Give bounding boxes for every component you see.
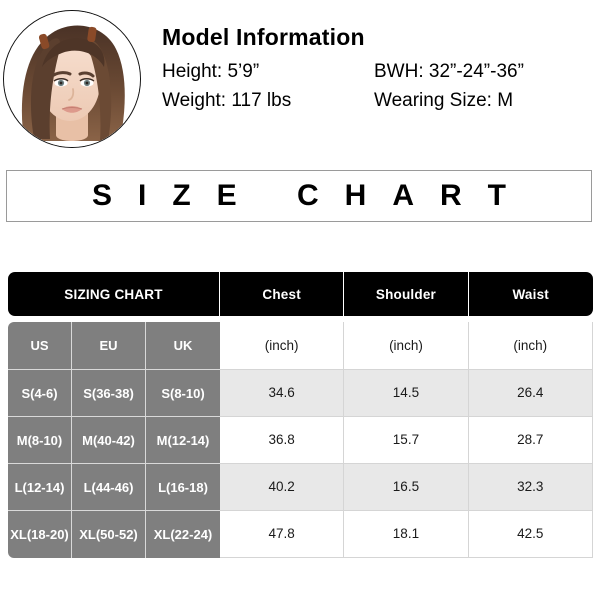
model-attributes-grid: Height: 5’9” BWH: 32”-24”-36” Weight: 11… (160, 61, 596, 113)
table-cell-shoulder: 18.1 (344, 511, 469, 558)
table-cell-eu: M(40-42) (72, 417, 146, 464)
table-cell-us: L(12-14) (8, 464, 72, 511)
table-cell-chest: 47.8 (220, 511, 345, 558)
table-subheader-row: US EU UK (inch) (inch) (inch) (8, 322, 593, 370)
table-cell-uk: L(16-18) (146, 464, 220, 511)
table-unit-shoulder: (inch) (344, 322, 469, 370)
table-subheader-us: US (8, 322, 72, 370)
model-bwh: BWH: 32”-24”-36” (374, 61, 524, 82)
model-weight: Weight: 117 lbs (162, 90, 292, 112)
table-cell-chest: 34.6 (220, 370, 345, 417)
table-header-sizing-chart: SIZING CHART (8, 272, 220, 316)
table-unit-chest: (inch) (220, 322, 345, 370)
table-cell-uk: XL(22-24) (146, 511, 220, 558)
model-height: Height: 5’9” (162, 61, 260, 82)
table-cell-shoulder: 16.5 (344, 464, 469, 511)
table-row: M(8-10) M(40-42) M(12-14) 36.8 15.7 28.7 (8, 417, 593, 464)
table-cell-eu: L(44-46) (72, 464, 146, 511)
table-cell-uk: S(8-10) (146, 370, 220, 417)
table-cell-shoulder: 15.7 (344, 417, 469, 464)
table-subheader-eu: EU (72, 322, 146, 370)
model-portrait-svg (4, 11, 140, 147)
table-row: L(12-14) L(44-46) L(16-18) 40.2 16.5 32.… (8, 464, 593, 511)
table-cell-eu: S(36-38) (72, 370, 146, 417)
table-header-waist: Waist (468, 272, 593, 316)
table-header-row: SIZING CHART Chest Shoulder Waist (8, 272, 593, 316)
size-chart-banner: SIZE CHART (6, 170, 592, 222)
table-cell-chest: 40.2 (220, 464, 345, 511)
model-wearing-size: Wearing Size: M (374, 90, 514, 112)
page-title: Model Information (162, 24, 365, 50)
table-cell-waist: 42.5 (468, 511, 593, 558)
sizing-table: SIZING CHART Chest Shoulder Waist US EU … (8, 272, 593, 558)
table-cell-waist: 26.4 (468, 370, 593, 417)
table-cell-eu: XL(50-52) (72, 511, 146, 558)
table-cell-us: S(4-6) (8, 370, 72, 417)
table-cell-us: XL(18-20) (8, 511, 72, 558)
size-chart-banner-text: SIZE CHART (92, 179, 532, 212)
model-info-text-block: Model Information Height: 5’9” BWH: 32”-… (160, 26, 596, 113)
model-portrait-image (4, 11, 140, 147)
avatar (3, 10, 141, 148)
table-cell-uk: M(12-14) (146, 417, 220, 464)
table-header-shoulder: Shoulder (344, 272, 469, 316)
table-row: S(4-6) S(36-38) S(8-10) 34.6 14.5 26.4 (8, 370, 593, 417)
table-cell-chest: 36.8 (220, 417, 345, 464)
table-row: XL(18-20) XL(50-52) XL(22-24) 47.8 18.1 … (8, 511, 593, 558)
table-unit-waist: (inch) (468, 322, 593, 370)
table-cell-waist: 28.7 (468, 417, 593, 464)
table-cell-shoulder: 14.5 (344, 370, 469, 417)
table-cell-waist: 32.3 (468, 464, 593, 511)
table-cell-us: M(8-10) (8, 417, 72, 464)
table-header-chest: Chest (220, 272, 345, 316)
model-information-section: Model Information Height: 5’9” BWH: 32”-… (0, 0, 600, 160)
table-subheader-uk: UK (146, 322, 220, 370)
